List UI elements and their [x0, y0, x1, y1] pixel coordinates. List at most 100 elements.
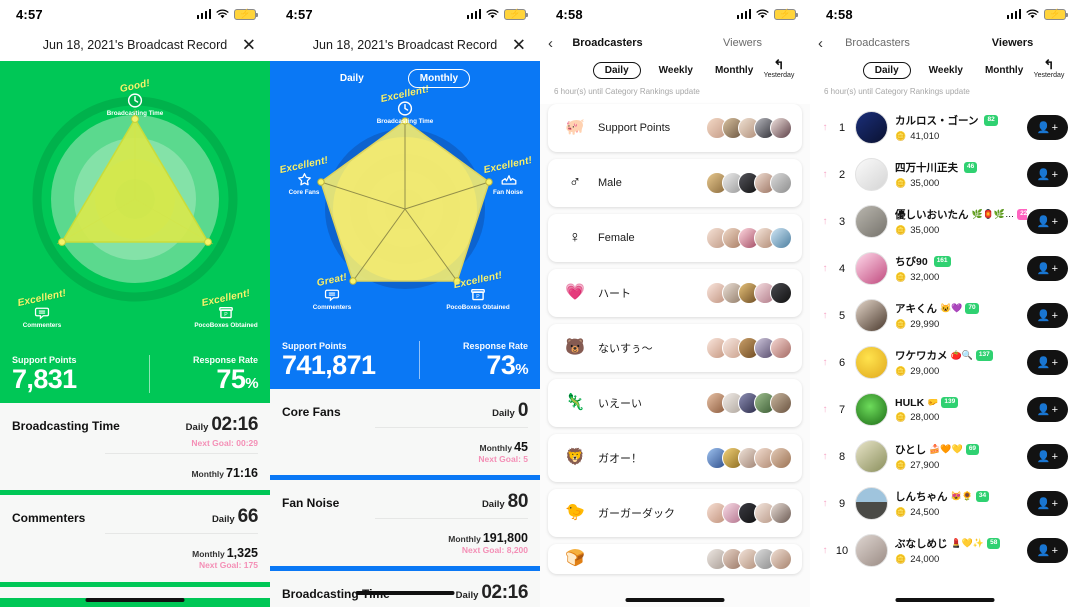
- piggy-bank-icon: 🐖: [565, 119, 585, 136]
- viewer-info: ぶなしめじ 💄💛✨ 58 🪙 24,000: [895, 536, 1027, 565]
- viewer-name: アキくん: [895, 303, 937, 315]
- list-item[interactable]: 💗 ハート: [548, 269, 802, 317]
- yesterday-button[interactable]: ↰ Yesterday: [1026, 57, 1072, 79]
- support-points-label: Support Points: [12, 354, 77, 365]
- list-item[interactable]: 🦎 いえーい: [548, 379, 802, 427]
- add-person-icon[interactable]: 👤 +: [1027, 162, 1068, 187]
- status-time: 4:58: [556, 6, 583, 22]
- list-item[interactable]: ♀ Female: [548, 214, 802, 262]
- table-row[interactable]: ↑ 6 ワケワカメ 🍅🔍 137 🪙 29,000 👤 +: [810, 339, 1080, 386]
- coin-icon: 🪙: [895, 131, 907, 141]
- toggle-monthly[interactable]: Monthly: [407, 69, 471, 88]
- chevron-left-icon[interactable]: ‹: [548, 36, 553, 51]
- metric-row-fan-noise[interactable]: Fan Noise Daily 80 Monthly 191,800 Next Go…: [270, 480, 540, 571]
- next-goal-text: Next Goal: 00:29: [191, 438, 258, 448]
- filter-daily[interactable]: Daily: [862, 62, 911, 79]
- list-item[interactable]: 🐻 ないすぅ〜: [548, 324, 802, 372]
- avatar-stack[interactable]: [706, 172, 792, 194]
- tab-broadcasters[interactable]: Broadcasters: [540, 37, 675, 49]
- avatar-stack[interactable]: [706, 548, 792, 570]
- add-person-icon[interactable]: 👤 +: [1027, 491, 1068, 516]
- up-arrow-icon: ↑: [822, 498, 828, 509]
- filter-daily[interactable]: Daily: [592, 62, 641, 79]
- toggle-daily[interactable]: Daily: [340, 73, 364, 84]
- table-row[interactable]: ↑ 3 優しいおいたん 🌿🏮🌿… 229 🪙35,000 👤+: [810, 198, 1080, 245]
- tab-viewers[interactable]: Viewers: [945, 37, 1080, 49]
- tab-viewers[interactable]: Viewers: [675, 37, 810, 49]
- avatar-stack[interactable]: [706, 447, 792, 469]
- avatar-stack[interactable]: [706, 392, 792, 414]
- response-rate-label: Response Rate: [192, 354, 258, 365]
- table-row[interactable]: ↑ 2 四万十川正夫 46 🪙 35,000 👤 +: [810, 151, 1080, 198]
- tab-broadcasters[interactable]: Broadcasters: [810, 37, 945, 49]
- close-icon[interactable]: ✕: [512, 36, 526, 53]
- metric-row-core-fans[interactable]: Core Fans Daily 0 Monthly 45 Next Goal: 5: [270, 389, 540, 480]
- avatar-stack[interactable]: [706, 117, 792, 139]
- avatar[interactable]: [855, 205, 888, 238]
- list-item[interactable]: 🦁 ガオー！: [548, 434, 802, 482]
- avatar[interactable]: [855, 487, 888, 520]
- viewer-name: 四万十川正夫: [895, 162, 958, 174]
- name-emoji: 🤛: [927, 397, 939, 407]
- avatar[interactable]: [855, 393, 888, 426]
- avatar[interactable]: [855, 440, 888, 473]
- add-person-icon[interactable]: 👤 +: [1027, 397, 1068, 422]
- cellular-icon: [466, 9, 481, 19]
- points-line: 🪙 35,000: [895, 225, 1027, 236]
- status-bar: 4:58 ⚡: [540, 0, 810, 28]
- avatar-stack[interactable]: [706, 502, 792, 524]
- points-value: 29,000: [910, 366, 940, 377]
- avatar[interactable]: [855, 299, 888, 332]
- avatar[interactable]: [855, 158, 888, 191]
- table-row[interactable]: ↑ 10 ぶなしめじ 💄💛✨ 58 🪙 24,000 👤 +: [810, 527, 1080, 574]
- filter-monthly[interactable]: Monthly: [711, 63, 757, 78]
- list-item[interactable]: 🐖 Support Points: [548, 104, 802, 152]
- add-person-icon[interactable]: 👤 +: [1027, 350, 1068, 375]
- yesterday-button[interactable]: ↰ Yesterday: [756, 57, 802, 79]
- filter-weekly[interactable]: Weekly: [925, 63, 967, 78]
- axis-label-broadcasting-time: Broadcasting Time: [376, 118, 434, 125]
- list-item[interactable]: 🍞: [548, 544, 802, 574]
- name-line: HULK 🤛 139: [895, 397, 1027, 409]
- daily-value: 0: [517, 400, 529, 421]
- metric-daily: Daily 02:16: [456, 582, 529, 604]
- avatar[interactable]: [855, 252, 888, 285]
- table-row[interactable]: ↑ 7 HULK 🤛 139 🪙 28,000 👤 +: [810, 386, 1080, 433]
- add-person-icon[interactable]: 👤 +: [1027, 303, 1068, 328]
- table-row[interactable]: ↑ 8 ひとし 🍰🧡💛 69 🪙 27,900 👤 +: [810, 433, 1080, 480]
- name-line: 四万十川正夫 46: [895, 160, 1027, 175]
- table-row[interactable]: ↑ 1 カルロス・ゴーン 82 🪙 41,010 👤 +: [810, 104, 1080, 151]
- close-icon[interactable]: ✕: [242, 36, 256, 53]
- metric-row-broadcasting-time[interactable]: Broadcasting Time Daily 02:16: [270, 571, 540, 607]
- avatar-stack[interactable]: [706, 227, 792, 249]
- points-line: 🪙 41,010: [895, 131, 1027, 142]
- add-person-icon[interactable]: 👤 +: [1027, 256, 1068, 281]
- viewer-info: 優しいおいたん 🌿🏮🌿… 229 🪙35,000: [895, 207, 1027, 236]
- avatar-stack[interactable]: [706, 337, 792, 359]
- filter-monthly[interactable]: Monthly: [981, 63, 1027, 78]
- list-item[interactable]: 🐤 ガーガーダック: [548, 489, 802, 537]
- viewers-ranking-panel: 4:58 ⚡ ‹ Broadcasters Viewers Daily Week…: [810, 0, 1080, 607]
- table-row[interactable]: ↑ 4 ちび90 161 🪙 32,000 👤 +: [810, 245, 1080, 292]
- avatar[interactable]: [855, 111, 888, 144]
- avatar[interactable]: [855, 346, 888, 379]
- table-row[interactable]: ↑ 5 アキくん 😺💜 70 🪙 29,990 👤 +: [810, 292, 1080, 339]
- name-emoji: 🍰🧡💛: [929, 444, 963, 454]
- metric-row-commenters[interactable]: Commenters Daily 66 Monthly 1,325 Next Goa…: [0, 495, 270, 587]
- list-item[interactable]: ♂ Male: [548, 159, 802, 207]
- points-line: 🪙 35,000: [895, 178, 1027, 189]
- viewer-name: ひとし: [895, 444, 927, 456]
- add-person-icon[interactable]: 👤 +: [1027, 115, 1068, 140]
- chevron-left-icon[interactable]: ‹: [818, 36, 823, 51]
- avatar-stack[interactable]: [706, 282, 792, 304]
- add-person-icon[interactable]: 👤 +: [1027, 538, 1068, 563]
- filter-weekly[interactable]: Weekly: [655, 63, 697, 78]
- axis-label-commenters: Commenters: [22, 322, 62, 329]
- add-person-icon[interactable]: 👤 +: [1027, 209, 1068, 234]
- status-time: 4:58: [826, 6, 853, 22]
- pink-badge: 229: [1017, 209, 1027, 220]
- add-person-icon[interactable]: 👤 +: [1027, 444, 1068, 469]
- table-row[interactable]: ↑ 9 しんちゃん 😻🌻 34 🪙 24,500 👤 +: [810, 480, 1080, 527]
- avatar[interactable]: [855, 534, 888, 567]
- metric-row-broadcasting-time[interactable]: Broadcasting Time Daily 02:16 Next Goal: …: [0, 403, 270, 495]
